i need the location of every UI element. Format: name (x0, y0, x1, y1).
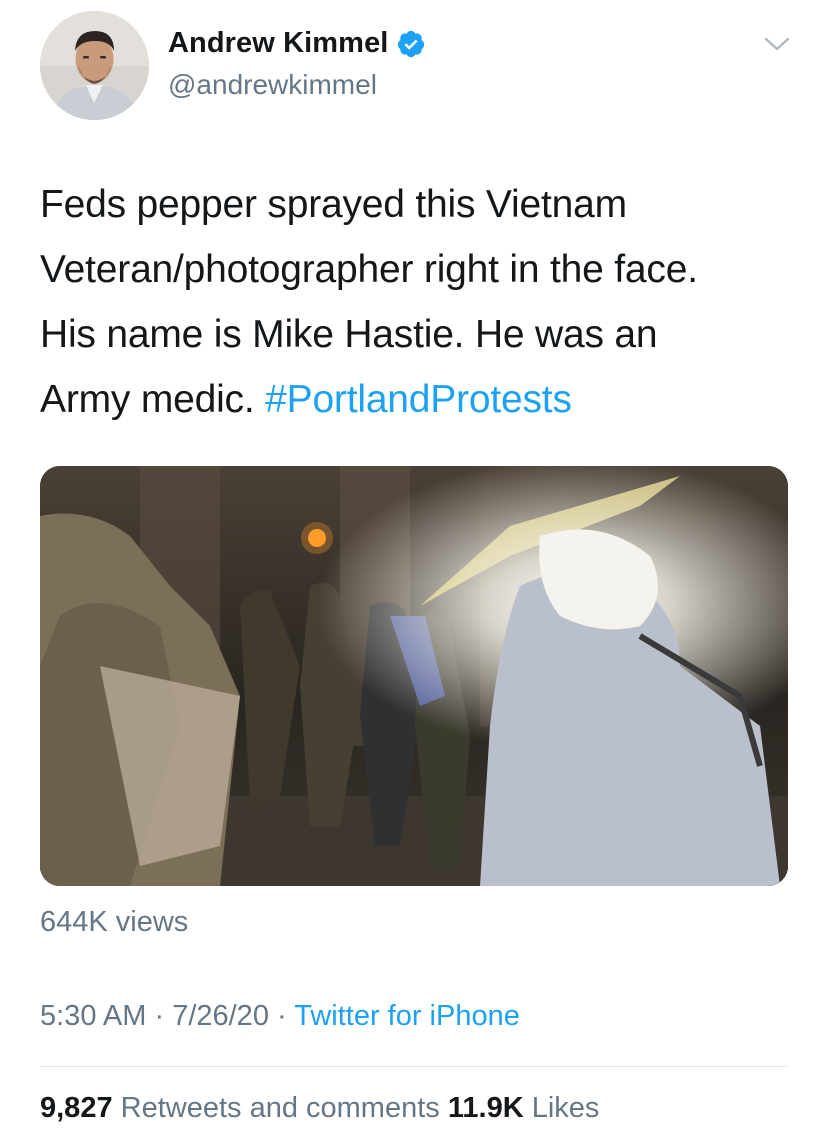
tweet-text-line: Feds pepper sprayed this Vietnam (40, 183, 627, 226)
tweet-header: Andrew Kimmel @andrewkimmel (0, 0, 827, 140)
tweet-video[interactable] (40, 466, 788, 886)
tweet-source-link[interactable]: Twitter for iPhone (294, 1000, 520, 1032)
tweet-date: 7/26/20 (172, 1000, 269, 1032)
user-handle[interactable]: @andrewkimmel (168, 69, 377, 101)
tweet-text-line: Army medic. #PortlandProtests (40, 367, 810, 432)
meta-separator: · (268, 1000, 295, 1032)
divider (40, 1066, 787, 1067)
avatar[interactable] (40, 11, 149, 120)
tweet-text: Feds pepper sprayed this Vietnam Veteran… (40, 172, 810, 432)
retweets-label[interactable]: Retweets and comments (121, 1092, 440, 1124)
video-frame (40, 466, 788, 886)
tweet-text-line: His name is Mike Hastie. He was an (40, 313, 658, 356)
retweets-count[interactable]: 9,827 (40, 1092, 113, 1124)
verified-badge-icon (398, 30, 425, 57)
tweet-stats: 9,827 Retweets and comments 11.9K Likes (40, 1092, 599, 1125)
view-count: 644K views (40, 906, 189, 938)
tweet-text-line: Veteran/photographer right in the face. (40, 248, 698, 291)
tweet-meta: 5:30 AM · 7/26/20 · Twitter for iPhone (40, 1000, 520, 1033)
meta-separator: · (146, 1000, 173, 1032)
hashtag-link[interactable]: #PortlandProtests (265, 378, 572, 421)
avatar-image (40, 11, 149, 120)
name-row: Andrew Kimmel (168, 27, 426, 60)
display-name[interactable]: Andrew Kimmel (168, 27, 388, 60)
tweet-time: 5:30 AM (40, 1000, 147, 1032)
likes-label[interactable]: Likes (532, 1092, 600, 1124)
likes-count[interactable]: 11.9K (448, 1092, 524, 1124)
chevron-down-icon[interactable] (763, 34, 791, 54)
tweet-text-last: Army medic. (40, 378, 266, 421)
